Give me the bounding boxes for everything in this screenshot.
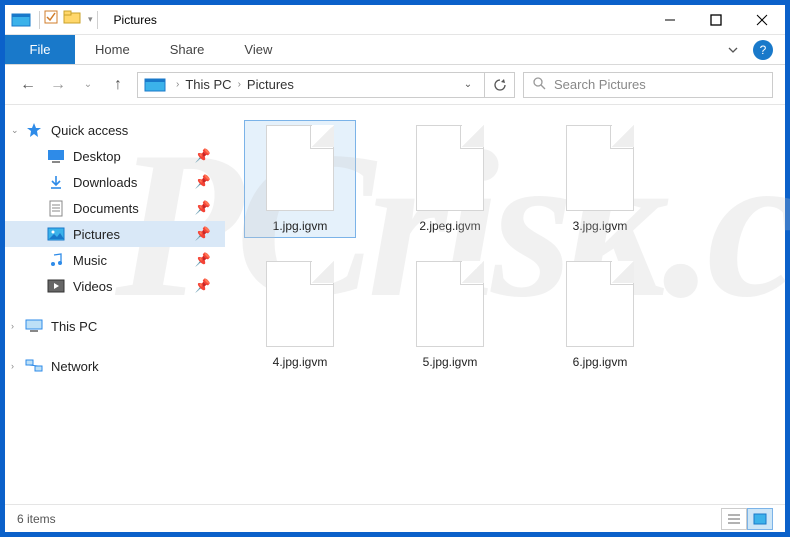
sidebar-item-label: Downloads [73, 175, 137, 190]
sidebar-item-label: Pictures [73, 227, 120, 242]
sidebar-item-music[interactable]: Music 📌 [5, 247, 225, 273]
breadcrumb[interactable]: › This PC › Pictures ⌄ [137, 72, 485, 98]
sidebar-this-pc[interactable]: › This PC [5, 313, 225, 339]
thumbnails-view-button[interactable] [747, 508, 773, 530]
status-count: 6 items [17, 512, 56, 526]
expand-icon[interactable]: › [11, 321, 14, 331]
documents-icon [47, 200, 65, 216]
file-icon [266, 125, 334, 211]
ribbon-expand-button[interactable] [713, 35, 753, 64]
desktop-icon [47, 148, 65, 164]
search-input[interactable]: Search Pictures [523, 72, 773, 98]
file-icon [566, 261, 634, 347]
file-item[interactable]: 6.jpg.igvm [545, 257, 655, 373]
maximize-button[interactable] [693, 5, 739, 35]
pin-icon: 📌 [195, 226, 211, 242]
expand-icon[interactable]: › [11, 361, 14, 371]
ribbon: File Home Share View ? [5, 35, 785, 65]
sidebar-item-label: Videos [73, 279, 113, 294]
pin-icon: 📌 [195, 278, 211, 294]
file-name: 1.jpg.igvm [273, 219, 328, 233]
quick-access-toolbar: ▾ [44, 10, 93, 29]
file-name: 6.jpg.igvm [573, 355, 628, 369]
properties-icon[interactable] [44, 10, 58, 29]
file-icon [266, 261, 334, 347]
tab-home[interactable]: Home [75, 35, 150, 64]
pin-icon: 📌 [195, 200, 211, 216]
recent-locations-button[interactable]: ⌄ [77, 74, 99, 96]
sidebar-item-desktop[interactable]: Desktop 📌 [5, 143, 225, 169]
explorer-window: PCrisk.com ▾ Pictures File Home Share Vi… [4, 4, 786, 533]
file-name: 5.jpg.igvm [423, 355, 478, 369]
file-item[interactable]: 3.jpg.igvm [545, 121, 655, 237]
sidebar-item-downloads[interactable]: Downloads 📌 [5, 169, 225, 195]
window-title: Pictures [114, 13, 157, 27]
window-controls [647, 5, 785, 35]
file-pane[interactable]: 1.jpg.igvm 2.jpeg.igvm 3.jpg.igvm 4.jpg.igv… [225, 105, 785, 504]
sidebar-network[interactable]: › Network [5, 353, 225, 379]
collapse-icon[interactable]: ⌄ [11, 125, 19, 136]
sidebar-quick-access[interactable]: ⌄ Quick access [5, 117, 225, 143]
pin-icon: 📌 [195, 148, 211, 164]
help-button[interactable]: ? [753, 40, 773, 60]
details-view-button[interactable] [721, 508, 747, 530]
navigation-pane: ⌄ Quick access Desktop📌Downloads📌Documen… [5, 105, 225, 504]
up-button[interactable]: ↑ [107, 74, 129, 96]
file-icon [566, 125, 634, 211]
downloads-icon [47, 174, 65, 190]
file-name: 2.jpeg.igvm [419, 219, 480, 233]
status-bar: 6 items [5, 504, 785, 532]
computer-icon [25, 318, 43, 334]
file-item[interactable]: 2.jpeg.igvm [395, 121, 505, 237]
tab-share[interactable]: Share [150, 35, 225, 64]
qat-dropdown-icon[interactable]: ▾ [88, 14, 93, 25]
file-item[interactable]: 4.jpg.igvm [245, 257, 355, 373]
file-name: 3.jpg.igvm [573, 219, 628, 233]
sidebar-item-pictures[interactable]: Pictures 📌 [5, 221, 225, 247]
sidebar-item-label: Desktop [73, 149, 121, 164]
file-menu[interactable]: File [5, 35, 75, 64]
file-list: 1.jpg.igvm 2.jpeg.igvm 3.jpg.igvm 4.jpg.igv… [245, 121, 765, 373]
sidebar-item-documents[interactable]: Documents 📌 [5, 195, 225, 221]
forward-button[interactable]: → [47, 74, 69, 96]
sidebar-item-videos[interactable]: Videos 📌 [5, 273, 225, 299]
pin-icon: 📌 [195, 174, 211, 190]
breadcrumb-item[interactable]: This PC [185, 77, 231, 92]
close-button[interactable] [739, 5, 785, 35]
breadcrumb-item[interactable]: Pictures [247, 77, 294, 92]
breadcrumb-dropdown[interactable]: ⌄ [458, 79, 478, 90]
sidebar-item-label: Documents [73, 201, 139, 216]
search-placeholder: Search Pictures [554, 77, 646, 92]
videos-icon [47, 278, 65, 294]
pictures-icon [144, 77, 166, 93]
pictures-icon [47, 226, 65, 242]
minimize-button[interactable] [647, 5, 693, 35]
file-name: 4.jpg.igvm [273, 355, 328, 369]
refresh-button[interactable] [485, 72, 515, 98]
chevron-right-icon[interactable]: › [234, 79, 245, 90]
tab-view[interactable]: View [224, 35, 292, 64]
file-item[interactable]: 5.jpg.igvm [395, 257, 505, 373]
pin-icon: 📌 [195, 252, 211, 268]
search-icon [532, 76, 546, 93]
address-bar: ← → ⌄ ↑ › This PC › Pictures ⌄ Search Pi… [5, 65, 785, 105]
titlebar: ▾ Pictures [5, 5, 785, 35]
star-icon [25, 122, 43, 138]
chevron-right-icon[interactable]: › [172, 79, 183, 90]
file-item[interactable]: 1.jpg.igvm [245, 121, 355, 237]
music-icon [47, 252, 65, 268]
newfolder-icon[interactable] [64, 10, 82, 29]
sidebar-item-label: Music [73, 253, 107, 268]
file-icon [416, 261, 484, 347]
app-icon [11, 12, 31, 28]
file-icon [416, 125, 484, 211]
body: ⌄ Quick access Desktop📌Downloads📌Documen… [5, 105, 785, 504]
back-button[interactable]: ← [17, 74, 39, 96]
network-icon [25, 358, 43, 374]
